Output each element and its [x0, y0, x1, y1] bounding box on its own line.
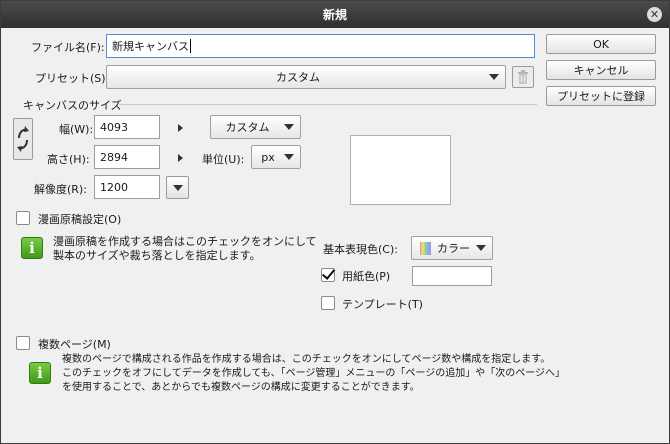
unit-label: 単位(U):: [202, 153, 245, 166]
chevron-down-icon: [284, 124, 294, 130]
manga-info-line-1: 漫画原稿を作成する場合はこのチェックをオンにして: [53, 235, 317, 248]
height-input[interactable]: 2894: [94, 145, 160, 169]
ok-button[interactable]: OK: [546, 34, 656, 54]
height-label: 高さ(H):: [47, 153, 90, 166]
chevron-down-icon: [172, 184, 183, 191]
window-title: 新規: [322, 8, 347, 22]
resolution-dropdown-button[interactable]: [166, 176, 189, 199]
close-icon[interactable]: ✕: [647, 7, 662, 22]
multi-page-info-line-1: 複数のページで構成される作品を作成する場合は、このチェックをオンにしてページ数や…: [62, 354, 551, 365]
canvas-preview: [350, 135, 451, 205]
color-mode-icon: [420, 241, 431, 255]
file-name-label: ファイル名(F):: [31, 41, 105, 54]
chevron-down-icon: [489, 74, 499, 80]
register-preset-button[interactable]: プリセットに登録: [546, 86, 656, 106]
delete-preset-button[interactable]: [512, 66, 534, 88]
basic-color-label: 基本表現色(C):: [323, 243, 398, 256]
resolution-input[interactable]: 1200: [94, 175, 160, 199]
manga-settings-checkbox[interactable]: [16, 211, 30, 225]
rotate-arrows-icon: [17, 126, 29, 152]
info-icon: i: [21, 237, 43, 259]
file-name-input[interactable]: 新規キャンバス: [106, 34, 535, 58]
manga-info-line-2: 製本のサイズや裁ち落としを指定します。: [53, 249, 261, 262]
resolution-label: 解像度(R):: [34, 183, 87, 196]
preset-dropdown[interactable]: カスタム: [106, 65, 506, 89]
basic-color-dropdown[interactable]: カラー: [411, 236, 493, 260]
paper-color-swatch[interactable]: [412, 266, 492, 286]
manga-settings-label[interactable]: 漫画原稿設定(O): [38, 211, 121, 227]
info-icon: i: [29, 362, 51, 384]
chevron-down-icon: [476, 245, 486, 251]
template-checkbox[interactable]: [321, 296, 335, 310]
multi-page-checkbox[interactable]: [16, 336, 30, 350]
cancel-button[interactable]: キャンセル: [546, 60, 656, 80]
multi-page-label[interactable]: 複数ページ(M): [38, 336, 111, 352]
unit-dropdown[interactable]: px: [251, 145, 301, 169]
section-divider: [119, 104, 537, 105]
chevron-down-icon: [284, 154, 294, 160]
preset-label: プリセット(S):: [35, 72, 110, 85]
arrow-right-icon: [178, 154, 183, 162]
width-input[interactable]: 4093: [94, 115, 160, 139]
canvas-size-section-title: キャンバスのサイズ: [23, 99, 122, 112]
paper-color-label[interactable]: 用紙色(P): [342, 268, 390, 284]
swap-orientation-button[interactable]: [13, 118, 33, 160]
size-preset-dropdown[interactable]: カスタム: [210, 115, 301, 139]
template-label[interactable]: テンプレート(T): [342, 296, 423, 312]
paper-color-checkbox[interactable]: [321, 268, 335, 282]
title-bar[interactable]: 新規: [1, 1, 669, 28]
new-canvas-dialog: 新規 ✕ OK キャンセル プリセットに登録 ファイル名(F): 新規キャンバス…: [0, 0, 670, 444]
width-label: 幅(W):: [59, 123, 94, 136]
arrow-right-icon: [178, 124, 183, 132]
trash-icon: [518, 70, 528, 84]
text-caret: [190, 39, 191, 53]
multi-page-info-line-2: このチェックをオフにしてデータを作成しても、「ページ管理」メニューの「ページの追…: [62, 368, 565, 379]
multi-page-info-line-3: を使用することで、あとからでも複数ページの構成に変更することができます。: [62, 382, 420, 393]
